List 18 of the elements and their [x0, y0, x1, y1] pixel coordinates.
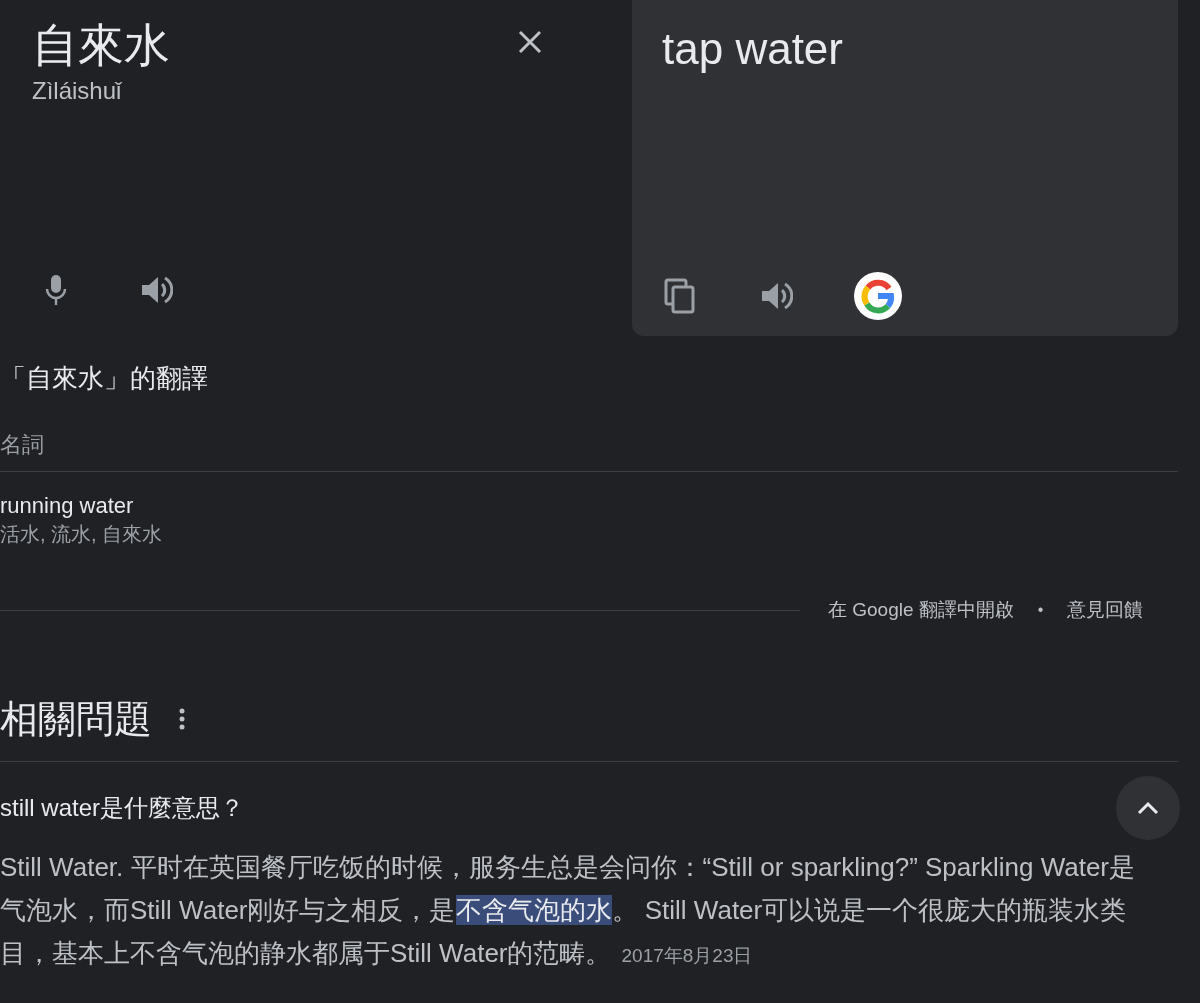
copy-icon[interactable] [662, 278, 698, 314]
part-of-speech-label: 名詞 [0, 428, 1178, 472]
open-in-translate-link[interactable]: 在 Google 翻譯中開啟 [828, 596, 1014, 625]
section-title: 相關問題 [0, 696, 152, 742]
date-text: 2017年8月23日 [621, 944, 753, 966]
translation-term: running water [0, 492, 135, 520]
feedback-link[interactable]: 意見回饋 [1067, 596, 1144, 625]
synonyms-text: 活水, 流水, 自來水 [0, 522, 164, 547]
dictionary-title: 「自來水」的翻譯 [0, 362, 209, 395]
translation-text: tap water [662, 23, 844, 75]
close-icon [516, 28, 544, 56]
chevron-up-icon [1136, 799, 1160, 816]
romanization-text: Zìláishuǐ [32, 76, 123, 106]
source-text: 自來水 [32, 18, 170, 73]
answer-paragraph: Still Water. 平时在英国餐厅吃饭的时候，服务生总是会问你：“Still or sparkling?” Sparkling Water是气泡水，而Still Water刚好与之相反，是不含气泡的水。 Still Water可以说是一个很庞大的瓶装水类目，基本上不含气泡的静水都属于Still Water的范畴。 2017年8月23日 [0, 850, 1136, 970]
separator-dot: • [1037, 600, 1044, 621]
question-text[interactable]: still water是什麼意思？ [0, 789, 245, 826]
google-logo-icon[interactable] [854, 272, 902, 320]
